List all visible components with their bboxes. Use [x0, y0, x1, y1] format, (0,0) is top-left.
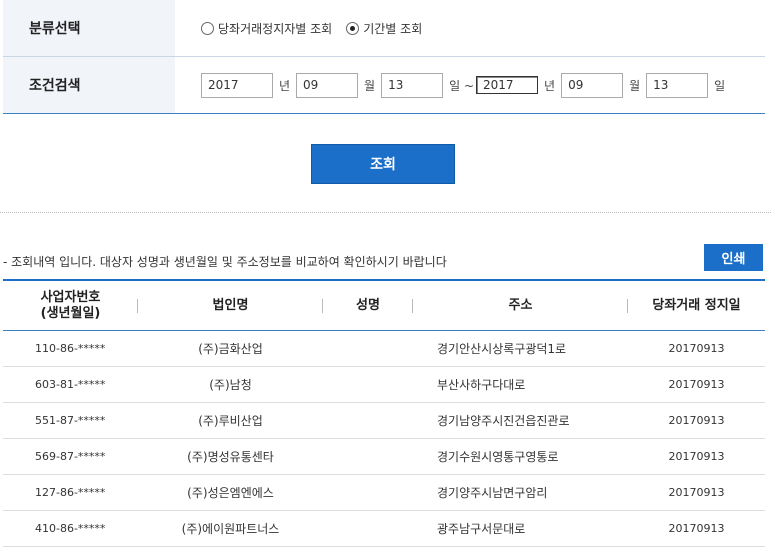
radio-by-suspended-person[interactable]: 당좌거래정지자별 조회 [201, 20, 332, 37]
table-body: 110-86-***** (주)금화산업 경기안산시상록구광덕1로 20170913 6… [3, 331, 765, 547]
start-month-input[interactable] [296, 72, 359, 98]
header-biz-no-sub: (생년월일) [40, 305, 101, 321]
date-cell: 20170913 [668, 378, 725, 391]
header-corp-label: 법인명 [212, 297, 249, 313]
category-options: 당좌거래정지자별 조회 기간별 조회 [175, 0, 765, 56]
date-range: 년 월 일 ~ 년 월 일 [175, 57, 765, 113]
start-year-input[interactable] [201, 72, 273, 98]
search-condition-row: 조건검색 년 월 일 ~ 년 월 일 [3, 57, 765, 113]
name-cell [323, 439, 413, 474]
header-address: 주소 [413, 281, 628, 330]
address-cell: 경기수원시영통구영통로 [437, 450, 559, 464]
header-biz-no-label: 사업자번호 [40, 289, 101, 305]
date-cell: 20170913 [668, 486, 725, 499]
radio-label: 기간별 조회 [363, 21, 423, 36]
table-row: 110-86-***** (주)금화산업 경기안산시상록구광덕1로 20170913 [3, 331, 765, 367]
day-unit: 일 [714, 78, 726, 93]
month-unit: 월 [629, 78, 641, 93]
name-cell [323, 331, 413, 366]
dotted-divider [0, 212, 771, 213]
date-cell: 20170913 [668, 342, 725, 355]
biz-no-cell: 410-86-***** [35, 522, 106, 535]
address-cell: 경기안산시상록구광덕1로 [437, 342, 567, 356]
radio-by-period[interactable]: 기간별 조회 [346, 20, 422, 37]
header-name-label: 성명 [356, 297, 380, 313]
name-cell [323, 511, 413, 546]
header-date-label: 당좌거래 정지일 [652, 297, 741, 313]
header-name: 성명 [323, 281, 413, 330]
end-day-input[interactable] [646, 72, 709, 98]
start-day-input[interactable] [381, 72, 444, 98]
date-cell: 20170913 [668, 414, 725, 427]
address-cell: 광주남구서문대로 [437, 522, 526, 536]
name-cell [323, 367, 413, 402]
result-table: 사업자번호 (생년월일) 법인명 성명 주소 당좌거래 정지일 110-86-*… [3, 279, 765, 547]
date-cell: 20170913 [668, 450, 725, 463]
corp-cell: (주)루비산업 [198, 414, 263, 428]
month-unit: 월 [364, 78, 376, 93]
table-row: 127-86-***** (주)성은엠엔에스 경기양주시남면구암리 20170913 [3, 475, 765, 511]
date-cell: 20170913 [668, 522, 725, 535]
table-row: 410-86-***** (주)에이원파트너스 광주남구서문대로 20170913 [3, 511, 765, 547]
end-month-input[interactable] [561, 72, 624, 98]
search-form: 분류선택 당좌거래정지자별 조회 기간별 조회 조건검색 년 월 일 ~ 년 월 [3, 0, 765, 114]
header-address-label: 주소 [508, 297, 533, 313]
table-header: 사업자번호 (생년월일) 법인명 성명 주소 당좌거래 정지일 [3, 281, 765, 331]
biz-no-cell: 551-87-***** [35, 414, 106, 427]
header-corp: 법인명 [138, 281, 323, 330]
year-unit: 년 [279, 78, 291, 93]
category-label: 분류선택 [3, 0, 175, 56]
table-row: 603-81-***** (주)남청 부산사하구다대로 20170913 [3, 367, 765, 403]
biz-no-cell: 603-81-***** [35, 378, 106, 391]
search-condition-label: 조건검색 [3, 57, 175, 113]
corp-cell: (주)금화산업 [198, 342, 263, 356]
address-cell: 경기남양주시진건읍진관로 [437, 414, 570, 428]
year-unit: 년 [544, 78, 556, 93]
address-cell: 경기양주시남면구암리 [437, 486, 548, 500]
biz-no-cell: 569-87-***** [35, 450, 106, 463]
biz-no-cell: 127-86-***** [35, 486, 106, 499]
corp-cell: (주)에이원파트너스 [181, 522, 280, 536]
end-year-input[interactable] [476, 76, 539, 94]
category-row: 분류선택 당좌거래정지자별 조회 기간별 조회 [3, 0, 765, 57]
range-separator: 일 ~ [449, 78, 475, 93]
search-button[interactable]: 조회 [311, 144, 455, 184]
radio-checked-icon[interactable] [346, 21, 360, 35]
name-cell [323, 475, 413, 510]
biz-no-cell: 110-86-***** [35, 342, 106, 355]
header-biz-no: 사업자번호 (생년월일) [3, 281, 138, 330]
table-row: 551-87-***** (주)루비산업 경기남양주시진건읍진관로 20170913 [3, 403, 765, 439]
header-date: 당좌거래 정지일 [628, 281, 765, 330]
radio-unchecked-icon[interactable] [201, 21, 214, 35]
print-button[interactable]: 인쇄 [704, 244, 763, 271]
name-cell [323, 403, 413, 438]
corp-cell: (주)명성유통센타 [187, 450, 274, 464]
radio-label: 당좌거래정지자별 조회 [218, 21, 333, 36]
table-row: 569-87-***** (주)명성유통센타 경기수원시영통구영통로 20170913 [3, 439, 765, 475]
address-cell: 부산사하구다대로 [437, 378, 526, 392]
result-notice: - 조회내역 입니다. 대상자 성명과 생년월일 및 주소정보를 비교하여 확인… [3, 255, 447, 269]
corp-cell: (주)성은엠엔에스 [187, 486, 274, 500]
corp-cell: (주)남청 [209, 378, 252, 392]
